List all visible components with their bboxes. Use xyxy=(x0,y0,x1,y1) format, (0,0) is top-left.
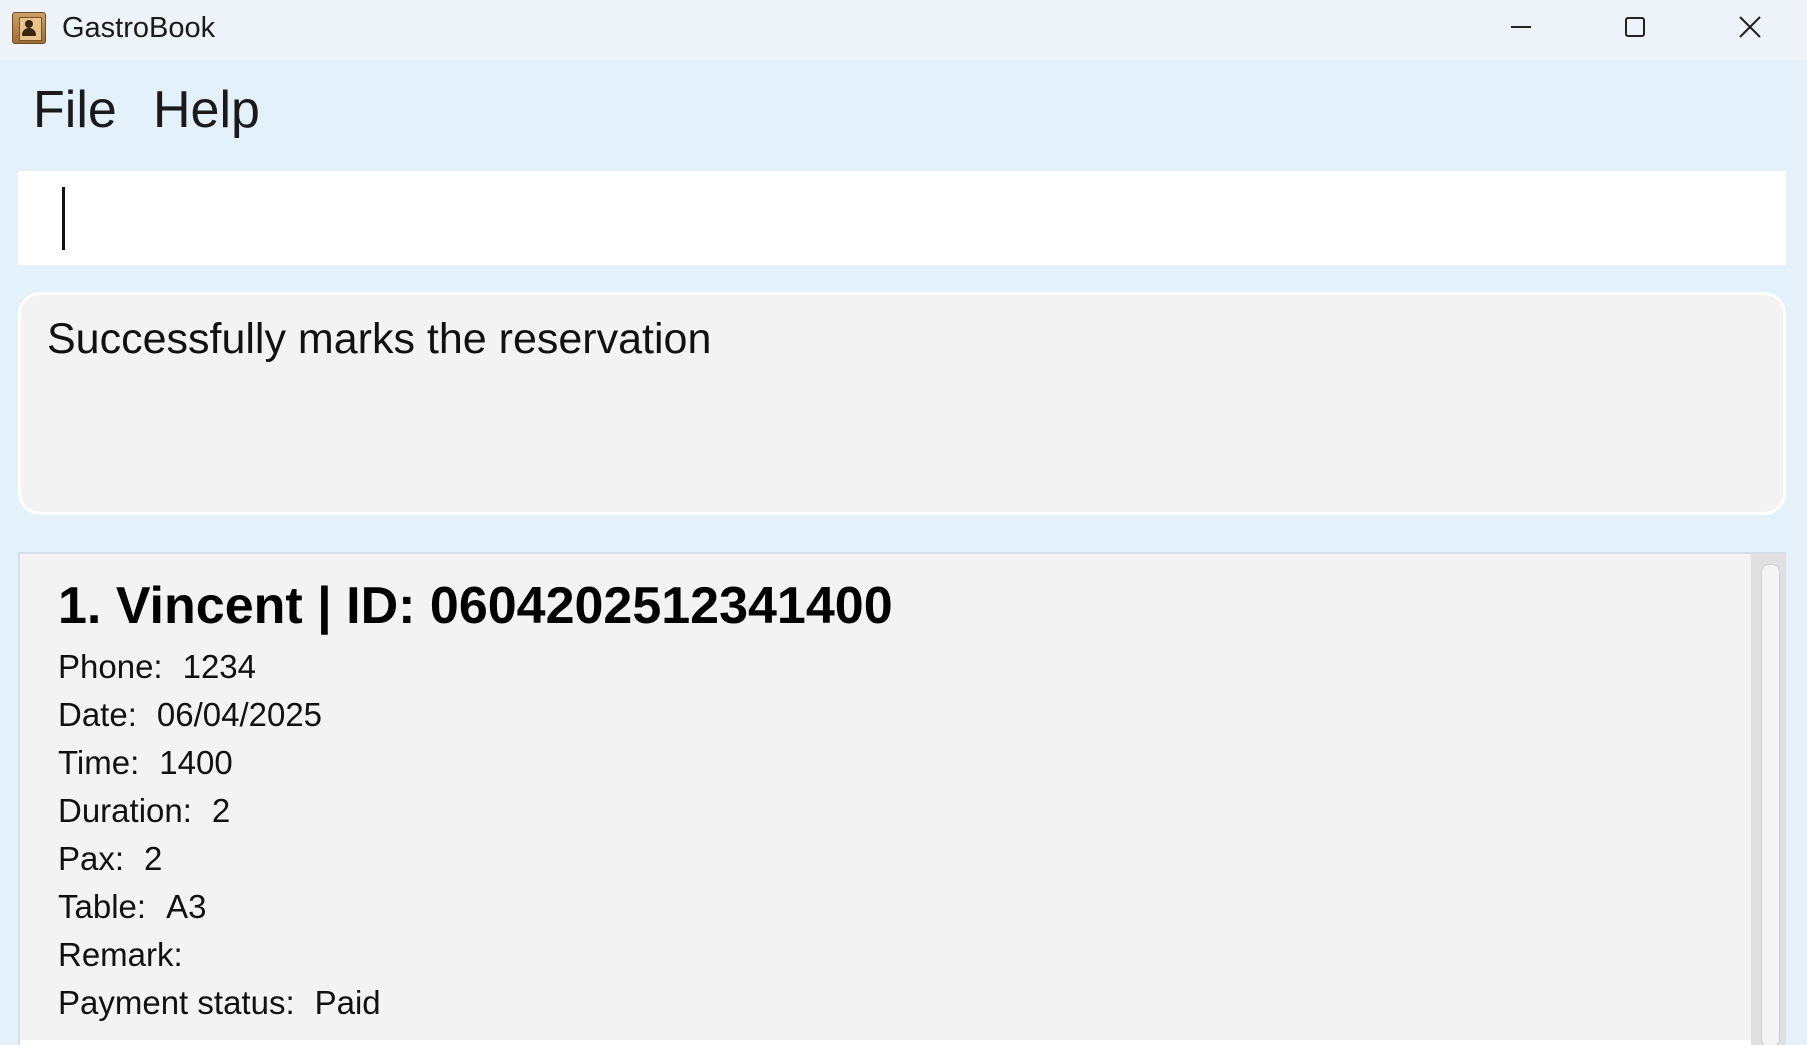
field-label: Pax: xyxy=(58,840,125,877)
minimize-icon xyxy=(1511,26,1531,28)
result-display: Successfully marks the reservation xyxy=(18,292,1786,515)
phone-field: Phone: 1234 xyxy=(58,647,256,687)
field-label: Time: xyxy=(58,744,140,781)
reservation-title: 1. Vincent | ID: 0604202512341400 xyxy=(58,577,893,635)
field-value: 2 xyxy=(144,840,163,877)
scrollbar-thumb[interactable] xyxy=(1761,564,1780,1045)
field-label: Date: xyxy=(58,696,137,733)
text-caret xyxy=(62,187,65,250)
card-divider xyxy=(20,1040,1751,1045)
list-scrollbar[interactable] xyxy=(1751,554,1786,1045)
pax-field: Pax: 2 xyxy=(58,839,162,879)
time-field: Time: 1400 xyxy=(58,743,233,783)
field-label: Phone: xyxy=(58,648,163,685)
maximize-button[interactable] xyxy=(1580,0,1690,54)
remark-field: Remark: xyxy=(58,935,203,975)
field-value: A3 xyxy=(166,888,207,925)
menu-bar: File Help xyxy=(0,62,1807,160)
close-button[interactable] xyxy=(1695,0,1805,54)
date-field: Date: 06/04/2025 xyxy=(58,695,322,735)
field-value: 1400 xyxy=(159,744,233,781)
window-title: GastroBook xyxy=(62,12,216,44)
field-label: Table: xyxy=(58,888,147,925)
close-icon xyxy=(1739,16,1761,38)
title-bar: GastroBook xyxy=(0,0,1807,60)
field-label: Remark: xyxy=(58,936,183,973)
minimize-button[interactable] xyxy=(1466,0,1576,54)
reservation-card[interactable]: 1. Vincent | ID: 0604202512341400 Phone:… xyxy=(20,554,1751,1040)
result-message: Successfully marks the reservation xyxy=(47,315,712,363)
address-book-icon xyxy=(12,12,46,44)
reservation-list: 1. Vincent | ID: 0604202512341400 Phone:… xyxy=(18,552,1786,1045)
field-value: 06/04/2025 xyxy=(156,696,323,733)
field-value: Paid xyxy=(314,984,381,1021)
field-label: Payment status: xyxy=(58,984,295,1021)
duration-field: Duration: 2 xyxy=(58,791,230,831)
field-value: 1234 xyxy=(182,648,257,685)
table-field: Table: A3 xyxy=(58,887,206,927)
field-value: 2 xyxy=(211,792,231,829)
command-box xyxy=(18,171,1786,265)
menu-file[interactable]: File xyxy=(33,80,117,140)
field-label: Duration: xyxy=(58,792,192,829)
menu-help[interactable]: Help xyxy=(153,80,260,140)
maximize-icon xyxy=(1625,17,1645,37)
payment-status-field: Payment status: Paid xyxy=(58,983,381,1023)
command-input[interactable] xyxy=(18,171,1786,265)
